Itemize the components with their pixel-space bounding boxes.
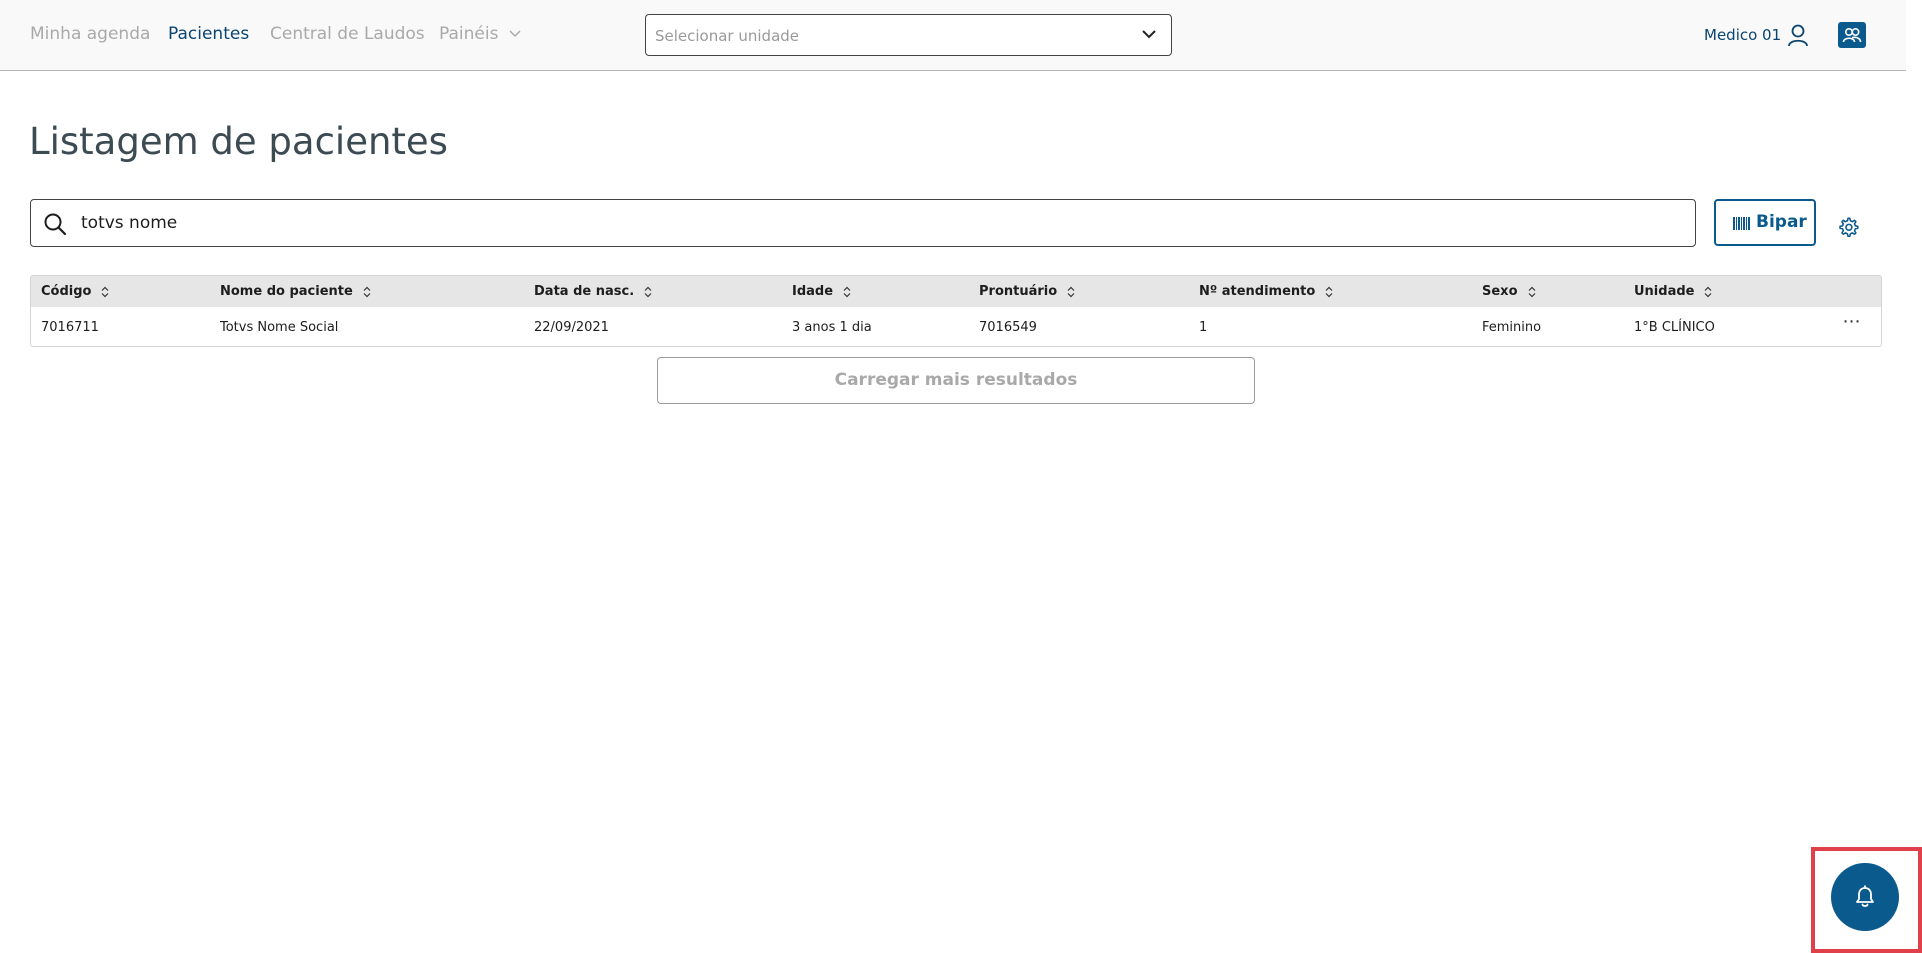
- table-cell-sexo: Feminino: [1482, 320, 1542, 335]
- bell-icon: [1856, 885, 1874, 907]
- table-cell-codigo: 7016711: [41, 320, 99, 335]
- table-header: Código Nome do paciente Data de nasc. Id…: [31, 276, 1881, 307]
- column-header-label: Sexo: [1482, 284, 1518, 299]
- bipar-button-label: Bipar: [1756, 212, 1807, 232]
- column-header-unidade[interactable]: Unidade: [1634, 284, 1712, 299]
- column-header-label: Idade: [792, 284, 834, 299]
- chevron-down-icon: [1142, 30, 1156, 39]
- gear-icon[interactable]: [1837, 216, 1859, 238]
- sort-icon: [843, 286, 851, 297]
- sort-icon: [363, 286, 371, 297]
- unit-select[interactable]: Selecionar unidade: [645, 14, 1172, 56]
- table-cell-prontuario: 7016549: [979, 320, 1037, 335]
- nav-item-paineis-label: Painéis: [439, 24, 499, 44]
- sort-icon: [1705, 286, 1712, 297]
- patients-table: Código Nome do paciente Data de nasc. Id…: [30, 275, 1882, 347]
- sort-icon: [1528, 286, 1535, 297]
- column-header-sexo[interactable]: Sexo: [1482, 284, 1536, 299]
- nav-item-central-de-laudos[interactable]: Central de Laudos: [270, 24, 425, 44]
- sort-icon: [644, 286, 652, 297]
- table-cell-nome: Totvs Nome Social: [220, 320, 339, 335]
- column-header-atendimento[interactable]: Nº atendimento: [1199, 284, 1333, 299]
- column-header-prontuario[interactable]: Prontuário: [979, 284, 1075, 299]
- nav-item-paineis[interactable]: Painéis: [439, 24, 521, 44]
- notifications-button[interactable]: [1831, 863, 1899, 931]
- nav-item-pacientes[interactable]: Pacientes: [168, 24, 249, 44]
- column-header-label: Nome do paciente: [220, 284, 353, 299]
- bipar-button[interactable]: Bipar: [1714, 199, 1816, 246]
- column-header-codigo[interactable]: Código: [41, 284, 109, 299]
- sort-icon: [102, 286, 109, 297]
- column-header-nome[interactable]: Nome do paciente: [220, 284, 371, 299]
- column-header-label: Código: [41, 284, 92, 299]
- more-horizontal-icon[interactable]: ⋯: [1839, 313, 1865, 334]
- table-cell-idade: 3 anos 1 dia: [792, 320, 872, 335]
- top-navigation-bar: Minha agenda Pacientes Central de Laudos…: [0, 0, 1906, 71]
- unit-select-placeholder: Selecionar unidade: [655, 27, 800, 45]
- barcode-icon: [1733, 217, 1750, 230]
- chevron-down-icon: [509, 30, 521, 38]
- user-name[interactable]: Medico 01: [1704, 26, 1781, 44]
- column-header-idade[interactable]: Idade: [792, 284, 851, 299]
- load-more-button[interactable]: Carregar mais resultados: [657, 357, 1255, 404]
- switch-profile-button[interactable]: [1838, 22, 1866, 48]
- table-cell-unidade: 1°B CLÍNICO: [1634, 320, 1715, 335]
- nav-item-minha-agenda[interactable]: Minha agenda: [30, 24, 150, 44]
- search-icon: [44, 213, 67, 236]
- sort-icon: [1067, 286, 1075, 297]
- sort-icon: [1325, 286, 1333, 297]
- column-header-label: Prontuário: [979, 284, 1058, 299]
- table-cell-data-nasc: 22/09/2021: [534, 320, 609, 335]
- column-header-data-nasc[interactable]: Data de nasc.: [534, 284, 652, 299]
- page-title: Listagem de pacientes: [29, 120, 448, 163]
- user-icon[interactable]: [1787, 23, 1809, 47]
- users-switch-icon: [1842, 27, 1862, 43]
- column-header-label: Nº atendimento: [1199, 284, 1316, 299]
- column-header-label: Unidade: [1634, 284, 1695, 299]
- column-header-label: Data de nasc.: [534, 284, 635, 299]
- search-input[interactable]: totvs nome: [30, 199, 1696, 247]
- search-input-value: totvs nome: [81, 213, 178, 233]
- table-cell-atendimento: 1: [1199, 320, 1208, 335]
